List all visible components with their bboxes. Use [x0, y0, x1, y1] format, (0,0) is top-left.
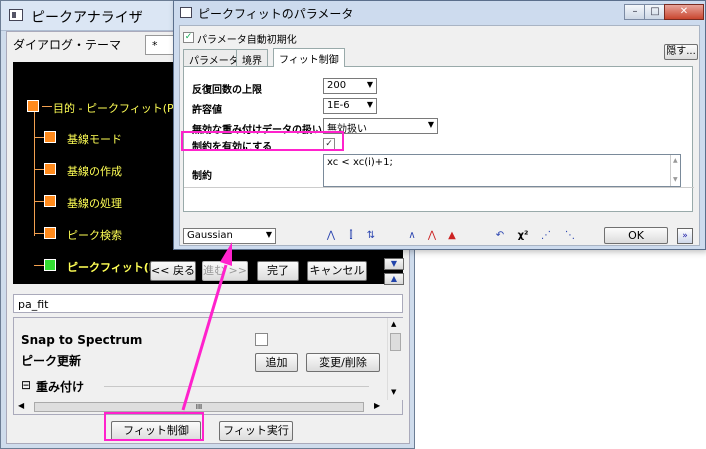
annotation-arrow — [181, 242, 232, 411]
arrow-line — [181, 264, 228, 411]
arrow-head-icon — [220, 242, 232, 266]
tab-fit-control[interactable]: フィット制御 — [273, 48, 345, 67]
